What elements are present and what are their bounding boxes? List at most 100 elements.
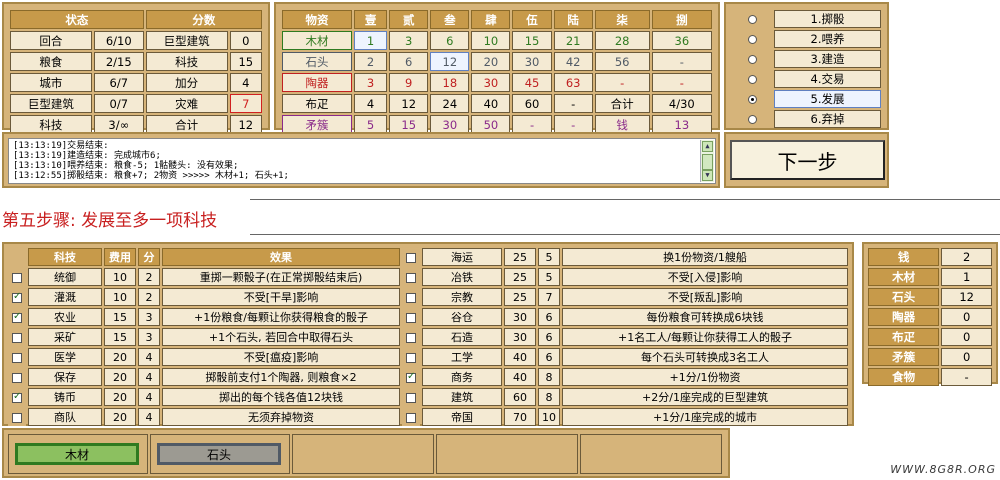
material-cell[interactable]: 24: [430, 94, 470, 113]
material-cell[interactable]: 15: [512, 31, 552, 50]
tech-name: 宗教: [422, 288, 502, 306]
action-radio[interactable]: [732, 50, 772, 68]
tech-checkbox[interactable]: [402, 348, 420, 366]
material-cell[interactable]: 2: [354, 52, 388, 71]
checkbox-icon[interactable]: [406, 252, 416, 263]
action-develop[interactable]: 5.发展: [774, 90, 881, 108]
checkbox-icon[interactable]: [406, 312, 416, 323]
tech-checkbox[interactable]: [8, 288, 26, 306]
slot-empty: [580, 434, 722, 474]
checkbox-icon[interactable]: [406, 332, 416, 343]
material-cell[interactable]: 6: [430, 31, 470, 50]
checkbox-icon[interactable]: [12, 272, 22, 283]
material-cell[interactable]: 10: [471, 31, 511, 50]
material-cell[interactable]: 4: [354, 94, 388, 113]
action-radio[interactable]: [732, 90, 772, 108]
material-cell[interactable]: 56: [594, 52, 650, 71]
material-cell[interactable]: 20: [471, 52, 511, 71]
scroll-thumb[interactable]: [702, 154, 713, 170]
scroll-down-icon[interactable]: ▼: [702, 170, 713, 181]
material-cell[interactable]: -: [651, 73, 712, 92]
event-log[interactable]: [13:13:19]交易结束: [13:13:19]建造结束: 完成城市6; […: [8, 138, 716, 184]
material-cell[interactable]: -: [553, 94, 593, 113]
tech-checkbox[interactable]: [402, 388, 420, 406]
checkbox-icon[interactable]: [406, 352, 416, 363]
action-discard[interactable]: 6.弃掉: [774, 110, 881, 128]
score-header: 分数: [145, 10, 262, 29]
material-cell[interactable]: 36: [651, 31, 712, 50]
tech-checkbox[interactable]: [402, 328, 420, 346]
scroll-up-icon[interactable]: ▲: [702, 141, 713, 152]
material-cell[interactable]: 18: [430, 73, 470, 92]
material-cell[interactable]: 3: [354, 73, 388, 92]
material-cell[interactable]: 12: [389, 94, 429, 113]
checkbox-icon[interactable]: [12, 352, 22, 363]
material-name-stone: 石头: [282, 52, 352, 71]
material-cell[interactable]: 40: [471, 94, 511, 113]
material-cell[interactable]: 28: [594, 31, 650, 50]
action-build[interactable]: 3.建造: [774, 50, 881, 68]
action-radio[interactable]: [732, 110, 772, 128]
action-radio[interactable]: [732, 30, 772, 48]
checkbox-icon[interactable]: [12, 372, 22, 383]
material-cell[interactable]: -: [594, 73, 650, 92]
tech-cost: 30: [504, 328, 536, 346]
tech-checkbox[interactable]: [8, 328, 26, 346]
checkbox-checked-icon[interactable]: [12, 291, 22, 303]
log-line: [13:13:10]喂养结束: 粮食-5; 1骷髅头: 没有效果;: [13, 161, 239, 171]
tech-checkbox[interactable]: [8, 408, 26, 426]
material-cell[interactable]: 3: [389, 31, 429, 50]
materials-header: 肆: [471, 10, 511, 29]
log-scrollbar[interactable]: ▲ ▼: [700, 140, 714, 182]
resources-table: 钱2 木材 1 石头 12 陶器 0 布疋 0 矛簇 0 食物 -: [866, 246, 994, 388]
checkbox-checked-icon[interactable]: [12, 391, 22, 403]
checkbox-icon[interactable]: [12, 412, 22, 423]
wood-slot-button[interactable]: 木材: [15, 443, 139, 465]
material-cell[interactable]: 63: [553, 73, 593, 92]
score-value: 4: [229, 73, 262, 92]
tech-checkbox[interactable]: [8, 368, 26, 386]
stone-slot-button[interactable]: 石头: [157, 443, 281, 465]
material-cell[interactable]: 42: [553, 52, 593, 71]
tech-checkbox[interactable]: [8, 268, 26, 286]
material-cell[interactable]: 60: [512, 94, 552, 113]
tech-checkbox[interactable]: [402, 268, 420, 286]
checkbox-icon[interactable]: [406, 412, 416, 423]
checkbox-checked-icon[interactable]: [12, 311, 22, 323]
action-feed[interactable]: 2.喂养: [774, 30, 881, 48]
tech-checkbox[interactable]: [402, 368, 420, 386]
checkbox-icon[interactable]: [406, 292, 416, 303]
tech-checkbox[interactable]: [402, 408, 420, 426]
tech-checkbox[interactable]: [8, 388, 26, 406]
log-panel: [13:13:19]交易结束: [13:13:19]建造结束: 完成城市6; […: [2, 132, 720, 188]
action-trade[interactable]: 4.交易: [774, 70, 881, 88]
checkbox-icon[interactable]: [12, 332, 22, 343]
tech-checkbox[interactable]: [402, 308, 420, 326]
tech-points: 7: [538, 288, 560, 306]
action-radio[interactable]: [732, 70, 772, 88]
resource-name: 石头: [868, 288, 940, 306]
material-cell[interactable]: 1: [354, 31, 388, 50]
checkbox-icon[interactable]: [406, 272, 416, 283]
tech-checkbox[interactable]: [402, 288, 420, 306]
material-cell[interactable]: 21: [553, 31, 593, 50]
checkbox-checked-icon[interactable]: [406, 371, 416, 383]
tech-checkbox[interactable]: [8, 348, 26, 366]
materials-header: 贰: [389, 10, 429, 29]
material-cell[interactable]: 30: [512, 52, 552, 71]
resource-value: 0: [941, 328, 992, 346]
material-cell[interactable]: 6: [389, 52, 429, 71]
next-step-button[interactable]: 下一步: [730, 140, 885, 180]
checkbox-icon[interactable]: [406, 392, 416, 403]
material-cell[interactable]: 30: [471, 73, 511, 92]
material-cell[interactable]: 45: [512, 73, 552, 92]
tech-effect: 不受[干旱]影响: [162, 288, 400, 306]
material-cell[interactable]: 12: [430, 52, 470, 71]
material-cell[interactable]: 9: [389, 73, 429, 92]
tech-checkbox[interactable]: [402, 248, 420, 266]
action-radio[interactable]: [732, 10, 772, 28]
tech-checkbox[interactable]: [8, 308, 26, 326]
status-value: 0/7: [93, 94, 144, 113]
material-cell[interactable]: -: [651, 52, 712, 71]
action-dice[interactable]: 1.掷骰: [774, 10, 881, 28]
